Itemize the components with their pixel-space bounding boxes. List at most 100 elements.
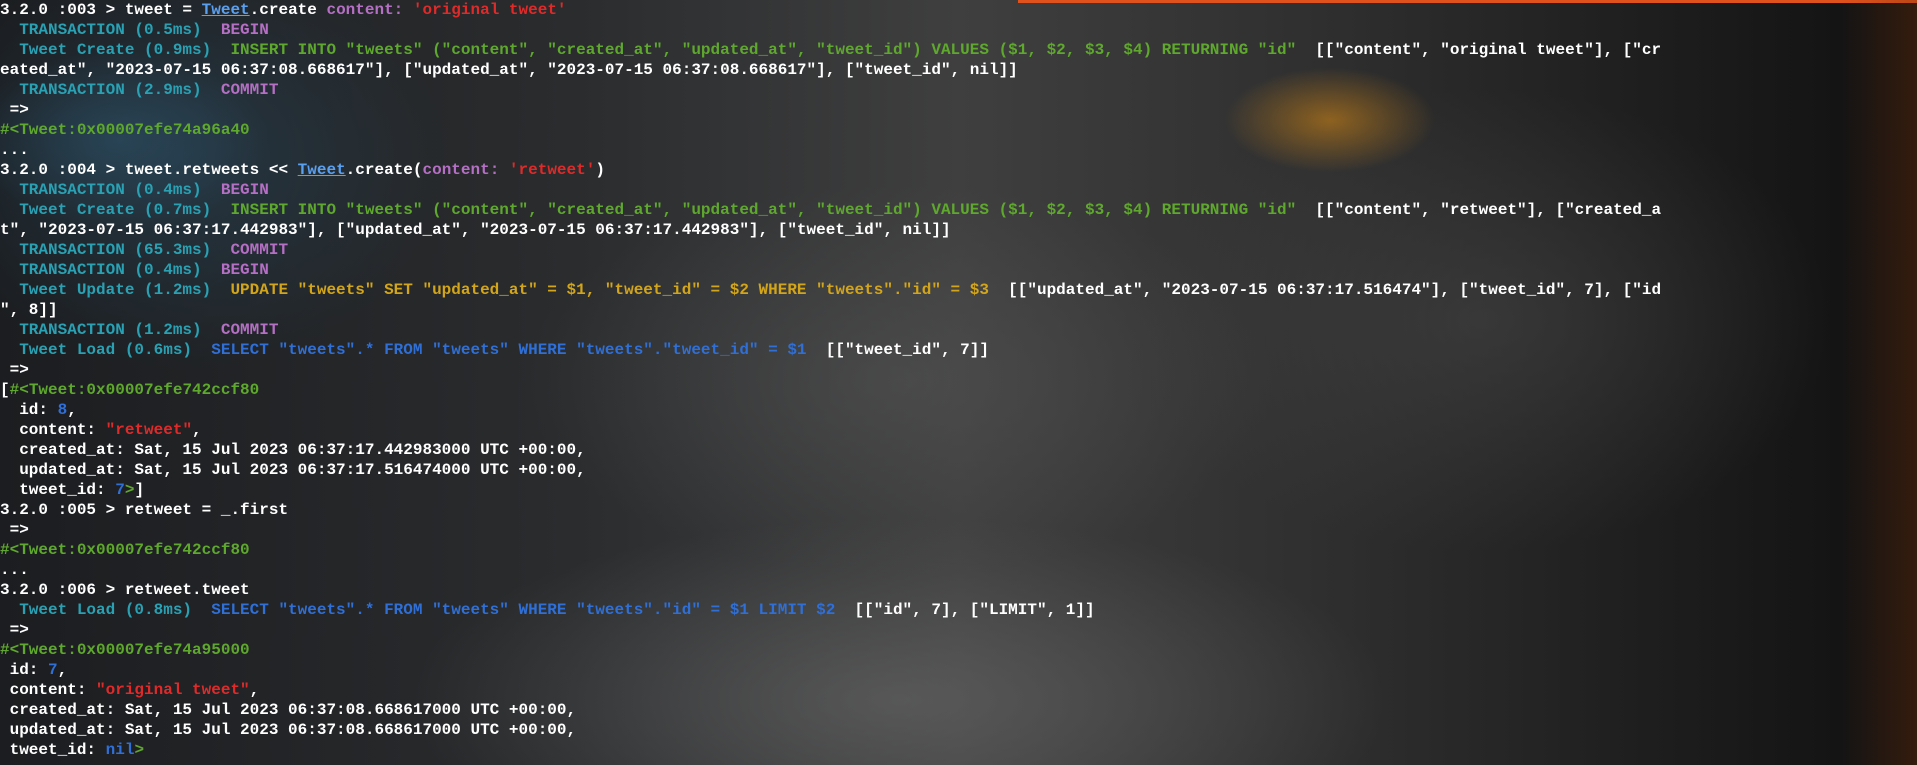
terminal-text-segment: INSERT INTO "tweets" ("content", "create… [230, 201, 1297, 219]
terminal-text-segment: content: [326, 1, 413, 19]
terminal-text-segment: ", 8]] [0, 301, 58, 319]
terminal-line: id: 8, [0, 400, 1917, 420]
terminal-text-segment: [["updated_at", "2023-07-15 06:37:17.516… [988, 281, 1662, 299]
terminal-window[interactable]: 3.2.0 :003 > tweet = Tweet.create conten… [0, 0, 1917, 765]
terminal-text-segment: 7 [115, 481, 125, 499]
terminal-line: Tweet Load (0.6ms) SELECT "tweets".* FRO… [0, 340, 1917, 360]
terminal-line: Tweet Update (1.2ms) UPDATE "tweets" SET… [0, 280, 1917, 300]
terminal-line: #<Tweet:0x00007efe742ccf80 [0, 540, 1917, 560]
terminal-line: #<Tweet:0x00007efe74a95000 [0, 640, 1917, 660]
terminal-line: TRANSACTION (2.9ms) COMMIT [0, 80, 1917, 100]
terminal-line: 3.2.0 :003 > tweet = Tweet.create conten… [0, 0, 1917, 20]
terminal-text-segment: [["content", "original tweet"], ["cr [1296, 41, 1662, 59]
terminal-line: => [0, 360, 1917, 380]
terminal-text-segment: ... [0, 561, 29, 579]
terminal-line: => [0, 620, 1917, 640]
terminal-text-segment: eated_at", "2023-07-15 06:37:08.668617"]… [0, 61, 1018, 79]
terminal-text-segment: => [0, 621, 29, 639]
terminal-text-segment: "retweet" [105, 421, 193, 439]
terminal-text-segment: INSERT INTO "tweets" ("content", "create… [230, 41, 1297, 59]
terminal-text-segment: id: [0, 661, 49, 679]
terminal-text-segment: => [0, 361, 29, 379]
terminal-line: #<Tweet:0x00007efe74a96a40 [0, 120, 1917, 140]
terminal-text-segment: COMMIT [220, 81, 279, 99]
terminal-text-segment: 3.2.0 :004 > tweet.retweets << [0, 161, 298, 179]
terminal-text-segment: Tweet Create (0.9ms) [0, 41, 231, 59]
terminal-text-segment: 3.2.0 :003 > tweet = [0, 1, 202, 19]
terminal-text-segment: [ [0, 381, 10, 399]
terminal-line: tweet_id: 7>] [0, 480, 1917, 500]
terminal-line: TRANSACTION (0.4ms) BEGIN [0, 260, 1917, 280]
terminal-text-segment: 'retweet' [508, 161, 596, 179]
terminal-line: t", "2023-07-15 06:37:17.442983"], ["upd… [0, 220, 1917, 240]
terminal-text-segment: SELECT "tweets".* FROM "tweets" WHERE "t… [211, 601, 836, 619]
terminal-line: content: "original tweet", [0, 680, 1917, 700]
terminal-text-segment: BEGIN [220, 261, 269, 279]
terminal-line: Tweet Load (0.8ms) SELECT "tweets".* FRO… [0, 600, 1917, 620]
terminal-text-segment: > [134, 741, 145, 759]
terminal-text-segment: TRANSACTION (2.9ms) [0, 81, 221, 99]
terminal-text-segment: Tweet Create (0.7ms) [0, 201, 231, 219]
terminal-text-segment: content: [0, 421, 106, 439]
terminal-text-segment: created_at: Sat, 15 Jul 2023 06:37:08.66… [0, 701, 577, 719]
terminal-text-segment: Tweet [201, 1, 250, 19]
terminal-text-segment: , [57, 661, 68, 679]
terminal-line: eated_at", "2023-07-15 06:37:08.668617"]… [0, 60, 1917, 80]
terminal-line: updated_at: Sat, 15 Jul 2023 06:37:08.66… [0, 720, 1917, 740]
terminal-text-segment: content: [422, 161, 509, 179]
terminal-text-segment: 7 [48, 661, 58, 679]
terminal-text-segment: Tweet [297, 161, 346, 179]
terminal-text-segment: ) [595, 161, 605, 179]
terminal-line: id: 7, [0, 660, 1917, 680]
terminal-text-segment: created_at: Sat, 15 Jul 2023 06:37:17.44… [0, 441, 586, 459]
terminal-text-segment: [["id", 7], ["LIMIT", 1]] [835, 601, 1095, 619]
terminal-text-segment: 'original tweet' [412, 1, 567, 19]
terminal-text-segment: [["content", "retweet"], ["created_a [1296, 201, 1662, 219]
terminal-line: => [0, 100, 1917, 120]
terminal-line: Tweet Create (0.9ms) INSERT INTO "tweets… [0, 40, 1917, 60]
terminal-text-segment: UPDATE "tweets" SET "updated_at" = $1, "… [230, 281, 989, 299]
terminal-line: created_at: Sat, 15 Jul 2023 06:37:17.44… [0, 440, 1917, 460]
terminal-output[interactable]: 3.2.0 :003 > tweet = Tweet.create conten… [0, 0, 1917, 760]
terminal-text-segment: .create [249, 1, 327, 19]
terminal-text-segment: , [192, 421, 202, 439]
terminal-text-segment: => [0, 101, 29, 119]
terminal-text-segment: t", "2023-07-15 06:37:17.442983"], ["upd… [0, 221, 951, 239]
terminal-text-segment: nil [105, 741, 135, 759]
terminal-text-segment: BEGIN [220, 181, 269, 199]
terminal-text-segment: 3.2.0 :006 > retweet.tweet [0, 581, 250, 599]
terminal-text-segment: updated_at: Sat, 15 Jul 2023 06:37:08.66… [0, 721, 577, 739]
terminal-line: updated_at: Sat, 15 Jul 2023 06:37:17.51… [0, 460, 1917, 480]
terminal-text-segment: updated_at: Sat, 15 Jul 2023 06:37:17.51… [0, 461, 586, 479]
terminal-text-segment: COMMIT [220, 321, 279, 339]
terminal-line: tweet_id: nil> [0, 740, 1917, 760]
terminal-text-segment: Tweet Load (0.6ms) [0, 341, 212, 359]
terminal-line: TRANSACTION (0.4ms) BEGIN [0, 180, 1917, 200]
terminal-line: TRANSACTION (65.3ms) COMMIT [0, 240, 1917, 260]
terminal-text-segment: COMMIT [230, 241, 289, 259]
terminal-text-segment: tweet_id: [0, 481, 116, 499]
terminal-text-segment: #<Tweet:0x00007efe742ccf80 [9, 381, 260, 399]
terminal-line: ... [0, 140, 1917, 160]
terminal-text-segment: 3.2.0 :005 > retweet = _.first [0, 501, 289, 519]
terminal-line: created_at: Sat, 15 Jul 2023 06:37:08.66… [0, 700, 1917, 720]
terminal-text-segment: TRANSACTION (0.4ms) [0, 181, 221, 199]
terminal-text-segment: TRANSACTION (0.4ms) [0, 261, 221, 279]
terminal-line: 3.2.0 :006 > retweet.tweet [0, 580, 1917, 600]
terminal-line: 3.2.0 :004 > tweet.retweets << Tweet.cre… [0, 160, 1917, 180]
terminal-line: content: "retweet", [0, 420, 1917, 440]
terminal-text-segment: TRANSACTION (0.5ms) [0, 21, 221, 39]
terminal-text-segment: Tweet Load (0.8ms) [0, 601, 212, 619]
terminal-text-segment: .create( [345, 161, 423, 179]
terminal-line: Tweet Create (0.7ms) INSERT INTO "tweets… [0, 200, 1917, 220]
terminal-text-segment: "original tweet" [96, 681, 250, 699]
terminal-text-segment: Tweet Update (1.2ms) [0, 281, 231, 299]
terminal-text-segment: #<Tweet:0x00007efe74a96a40 [0, 121, 250, 139]
terminal-text-segment: TRANSACTION (65.3ms) [0, 241, 231, 259]
terminal-text-segment: , [67, 401, 77, 419]
terminal-line: TRANSACTION (1.2ms) COMMIT [0, 320, 1917, 340]
terminal-text-segment: tweet_id: [0, 741, 106, 759]
terminal-text-segment: 8 [57, 401, 68, 419]
terminal-text-segment: , [249, 681, 260, 699]
terminal-line: => [0, 520, 1917, 540]
